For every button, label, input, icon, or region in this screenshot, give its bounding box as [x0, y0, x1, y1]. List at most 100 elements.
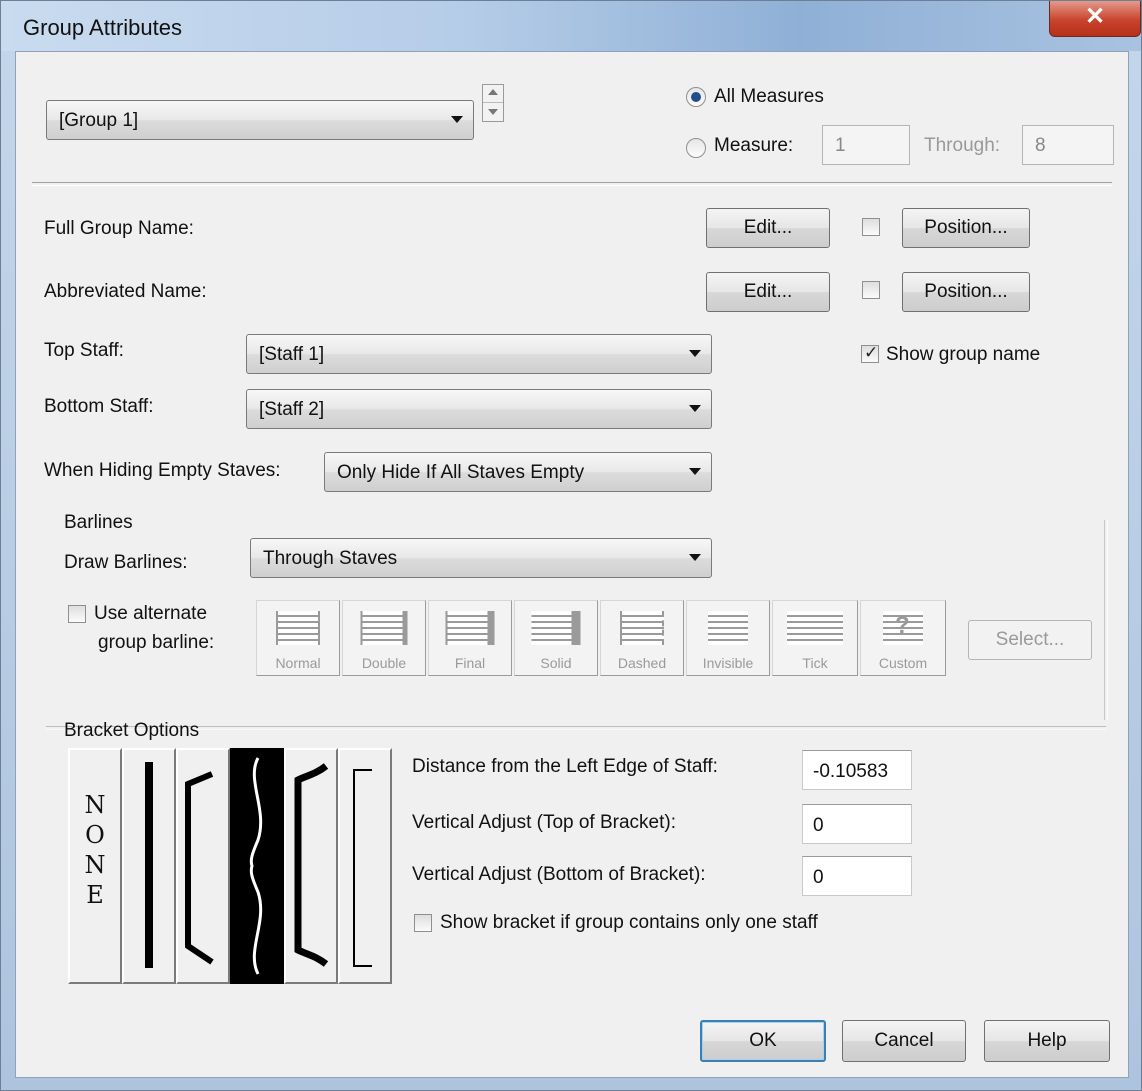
barline-normal-caption: Normal — [275, 655, 321, 671]
through-label: Through: — [924, 135, 1001, 156]
barline-custom-button[interactable]: ? Custom — [860, 600, 946, 676]
close-icon: ✕ — [1084, 3, 1106, 30]
bracket-standard-option[interactable] — [176, 748, 230, 984]
full-name-checkbox[interactable] — [862, 218, 880, 236]
distance-input[interactable]: -0.10583 — [802, 750, 912, 790]
hide-empty-staves-select[interactable]: Only Hide If All Staves Empty — [324, 452, 712, 492]
none-letter: N — [84, 791, 106, 819]
show-bracket-one-staff-label[interactable]: Show bracket if group contains only one … — [440, 912, 818, 934]
alternate-barline-label-2: group barline: — [98, 632, 215, 653]
thick-line-bracket-icon — [145, 762, 153, 968]
group-select[interactable]: [Group 1] — [46, 100, 474, 140]
piano-brace-icon — [249, 757, 263, 975]
spinner-divider — [483, 102, 503, 103]
full-name-label: Full Group Name: — [44, 218, 194, 239]
none-letters: N O N E — [70, 790, 120, 910]
abbreviated-name-label: Abbreviated Name: — [44, 281, 207, 302]
group-select-value: [Group 1] — [59, 110, 139, 131]
draw-barlines-select[interactable]: Through Staves — [250, 538, 712, 578]
bracket-with-hooks-option[interactable] — [284, 748, 338, 984]
alternate-barline-label-1[interactable]: Use alternate — [94, 603, 207, 625]
barlines-group-border — [1104, 520, 1108, 720]
barline-dashed-icon — [620, 611, 664, 645]
measure-to-field[interactable]: 8 — [1022, 125, 1114, 165]
barline-invisible-caption: Invisible — [702, 655, 754, 671]
barline-custom-caption: Custom — [878, 655, 928, 671]
barline-double-button[interactable]: Double — [342, 600, 426, 676]
abbreviated-name-checkbox[interactable] — [862, 281, 880, 299]
bracket-icon — [185, 771, 214, 965]
show-group-name-checkbox[interactable] — [861, 343, 879, 363]
dialog-window: Group Attributes ✕ [Group 1] All Measure… — [0, 0, 1142, 1091]
chevron-down-icon — [689, 405, 701, 412]
top-staff-value: [Staff 1] — [259, 344, 325, 365]
position-abbreviated-name-button[interactable]: Position... — [902, 272, 1030, 312]
chevron-down-icon — [689, 554, 701, 561]
edit-abbreviated-name-button[interactable]: Edit... — [706, 272, 830, 312]
dialog-body: [Group 1] All Measures Measure: 1 Throug… — [15, 51, 1129, 1078]
barline-tick-caption: Tick — [802, 655, 828, 671]
all-measures-label[interactable]: All Measures — [714, 86, 824, 108]
measure-label[interactable]: Measure: — [714, 135, 793, 157]
bracket-piano-brace-option[interactable] — [230, 748, 284, 984]
top-staff-label: Top Staff: — [44, 340, 124, 361]
bottom-staff-label: Bottom Staff: — [44, 396, 154, 417]
measure-radio[interactable] — [686, 138, 706, 158]
bottom-staff-select[interactable]: [Staff 2] — [246, 389, 712, 429]
barline-final-caption: Final — [454, 655, 486, 671]
measure-from-field[interactable]: 1 — [822, 125, 910, 165]
title-bar[interactable]: Group Attributes ✕ — [1, 1, 1141, 51]
barline-solid-caption: Solid — [540, 655, 572, 671]
draw-barlines-label: Draw Barlines: — [64, 552, 188, 573]
help-button[interactable]: Help — [984, 1020, 1110, 1062]
show-group-name-label[interactable]: Show group name — [886, 344, 1040, 366]
bracket-thick-line-option[interactable] — [122, 748, 176, 984]
close-button[interactable]: ✕ — [1049, 1, 1141, 37]
thin-bracket-icon — [353, 769, 372, 967]
barline-invisible-button[interactable]: Invisible — [686, 600, 770, 676]
edit-full-name-button[interactable]: Edit... — [706, 208, 830, 248]
barline-dashed-button[interactable]: Dashed — [600, 600, 684, 676]
barline-normal-button[interactable]: Normal — [256, 600, 340, 676]
distance-label: Distance from the Left Edge of Staff: — [412, 756, 718, 777]
bracket-options-label: Bracket Options — [64, 720, 200, 741]
none-letter: E — [86, 881, 104, 909]
window-title: Group Attributes — [23, 15, 182, 40]
select-barline-button[interactable]: Select... — [968, 620, 1092, 660]
bracket-none-option[interactable]: N O N E — [68, 748, 122, 984]
barline-custom-icon: ? — [883, 611, 923, 645]
barline-double-icon — [360, 611, 408, 645]
barline-normal-icon — [276, 611, 320, 645]
barline-solid-button[interactable]: Solid — [514, 600, 598, 676]
cancel-button[interactable]: Cancel — [842, 1020, 966, 1062]
barline-solid-icon — [531, 611, 581, 645]
none-letter: O — [85, 821, 105, 849]
chevron-down-icon — [451, 116, 463, 123]
barline-double-caption: Double — [361, 655, 407, 671]
ok-button[interactable]: OK — [700, 1020, 826, 1062]
none-letter: N — [84, 851, 106, 879]
barline-tick-button[interactable]: Tick — [772, 600, 858, 676]
group-spinner[interactable] — [482, 84, 504, 122]
bracket-thin-option[interactable] — [338, 748, 392, 984]
barline-final-button[interactable]: Final — [428, 600, 512, 676]
position-full-name-button[interactable]: Position... — [902, 208, 1030, 248]
chevron-down-icon — [689, 350, 701, 357]
top-staff-select[interactable]: [Staff 1] — [246, 334, 712, 374]
show-bracket-one-staff-checkbox[interactable] — [414, 914, 432, 932]
chevron-down-icon — [689, 468, 701, 475]
vertical-adjust-bottom-input[interactable]: 0 — [802, 856, 912, 896]
barline-final-icon — [445, 611, 495, 645]
spin-down-icon[interactable] — [488, 109, 498, 115]
all-measures-radio[interactable] — [686, 87, 706, 107]
vertical-adjust-top-label: Vertical Adjust (Top of Bracket): — [412, 812, 677, 833]
hide-empty-staves-label: When Hiding Empty Staves: — [44, 460, 281, 481]
barline-dashed-caption: Dashed — [617, 655, 667, 671]
divider — [46, 726, 1106, 730]
alternate-barline-checkbox[interactable] — [68, 605, 86, 623]
spin-up-icon[interactable] — [488, 89, 498, 95]
draw-barlines-value: Through Staves — [263, 548, 398, 569]
vertical-adjust-top-input[interactable]: 0 — [802, 804, 912, 844]
hide-empty-staves-value: Only Hide If All Staves Empty — [337, 462, 585, 483]
barline-invisible-icon — [708, 611, 748, 645]
